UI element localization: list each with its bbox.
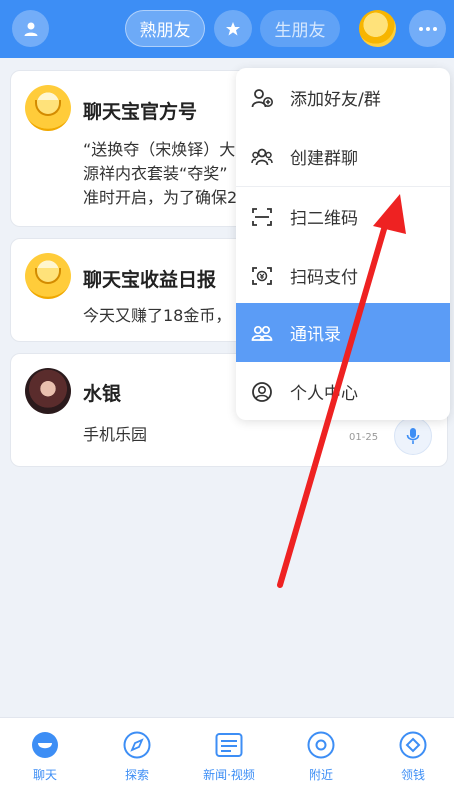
menu-item-label: 扫码支付 <box>290 268 358 288</box>
chat-title: 聊天宝收益日报 <box>83 269 217 291</box>
gold-ingot-icon <box>35 268 61 284</box>
add-friend-icon <box>251 87 273 109</box>
tab-new-friends-label: 生朋友 <box>274 21 326 41</box>
profile-button[interactable] <box>12 10 49 47</box>
nav-chat[interactable]: 聊天 <box>0 718 90 789</box>
chat-title: 聊天宝官方号 <box>83 101 198 123</box>
menu-item-label: 扫二维码 <box>290 209 358 229</box>
nav-label: 聊天 <box>32 768 57 782</box>
tab-close-friends[interactable]: 熟朋友 <box>125 10 205 47</box>
chat-title: 水银 <box>83 383 122 405</box>
gold-coin-button[interactable] <box>359 10 396 47</box>
menu-item-label: 个人中心 <box>290 384 358 404</box>
nav-explore[interactable]: 探索 <box>92 718 182 789</box>
star-button[interactable] <box>214 10 252 47</box>
menu-item-add-friend[interactable]: 添加好友/群 <box>236 68 450 127</box>
gold-ingot-icon <box>35 100 61 116</box>
person-icon <box>24 22 37 36</box>
scan-icon <box>251 206 273 228</box>
menu-item-profile[interactable]: 个人中心 <box>236 362 450 420</box>
nav-label: 领钱 <box>400 768 425 782</box>
menu-item-scan-qr[interactable]: 扫二维码 <box>236 187 450 246</box>
star-icon <box>226 21 240 35</box>
more-button[interactable] <box>409 10 446 47</box>
avatar <box>25 253 71 299</box>
menu-item-scan-pay[interactable]: 扫码支付 <box>236 246 450 305</box>
chat-preview-line: 手机乐园 <box>83 425 148 444</box>
top-bar: 熟朋友 生朋友 <box>0 0 454 58</box>
chat-preview-line: 今天又赚了18金币， <box>83 306 232 325</box>
chat-preview-line: “送换夺（宋焕铎）大 <box>83 140 236 159</box>
microphone-icon <box>406 428 420 444</box>
avatar <box>25 85 71 131</box>
nav-earn-money[interactable]: 领钱 <box>368 718 454 789</box>
contacts-icon <box>251 322 273 344</box>
chat-preview-line: 准时开启，为了确保2 <box>83 188 238 207</box>
news-icon <box>215 731 243 759</box>
compass-icon <box>123 731 151 759</box>
nav-news-video[interactable]: 新闻·视频 <box>184 718 274 789</box>
menu-item-label: 通讯录 <box>290 325 341 345</box>
nav-label: 新闻·视频 <box>203 768 255 782</box>
more-dot <box>432 26 437 31</box>
bottom-nav: 聊天 探索 新闻·视频 附近 领钱 <box>0 717 454 789</box>
menu-item-label: 添加好友/群 <box>290 90 381 110</box>
tab-close-friends-label: 熟朋友 <box>139 21 191 41</box>
scan-pay-icon <box>251 265 273 287</box>
group-icon <box>251 146 273 168</box>
diamond-icon <box>399 731 427 759</box>
nav-nearby[interactable]: 附近 <box>276 718 366 789</box>
more-menu: 添加好友/群 创建群聊 扫二维码 扫码支付 通讯录 个人中心 <box>236 68 450 420</box>
nav-label: 探索 <box>124 768 149 782</box>
menu-item-contacts[interactable]: 通讯录 <box>236 303 450 362</box>
chat-preview-line: 源祥内衣套装“夺奖” <box>83 164 228 183</box>
chat-icon <box>31 731 59 759</box>
menu-item-create-group[interactable]: 创建群聊 <box>236 127 450 186</box>
menu-item-label: 创建群聊 <box>290 149 358 169</box>
chat-date: 01-25 <box>349 432 379 443</box>
profile-icon <box>251 381 273 403</box>
more-dot <box>418 26 423 31</box>
tab-new-friends[interactable]: 生朋友 <box>260 10 340 47</box>
more-dot <box>425 26 430 31</box>
voice-button[interactable] <box>394 417 432 455</box>
location-icon <box>307 731 335 759</box>
nav-label: 附近 <box>308 768 333 782</box>
avatar <box>25 368 71 414</box>
